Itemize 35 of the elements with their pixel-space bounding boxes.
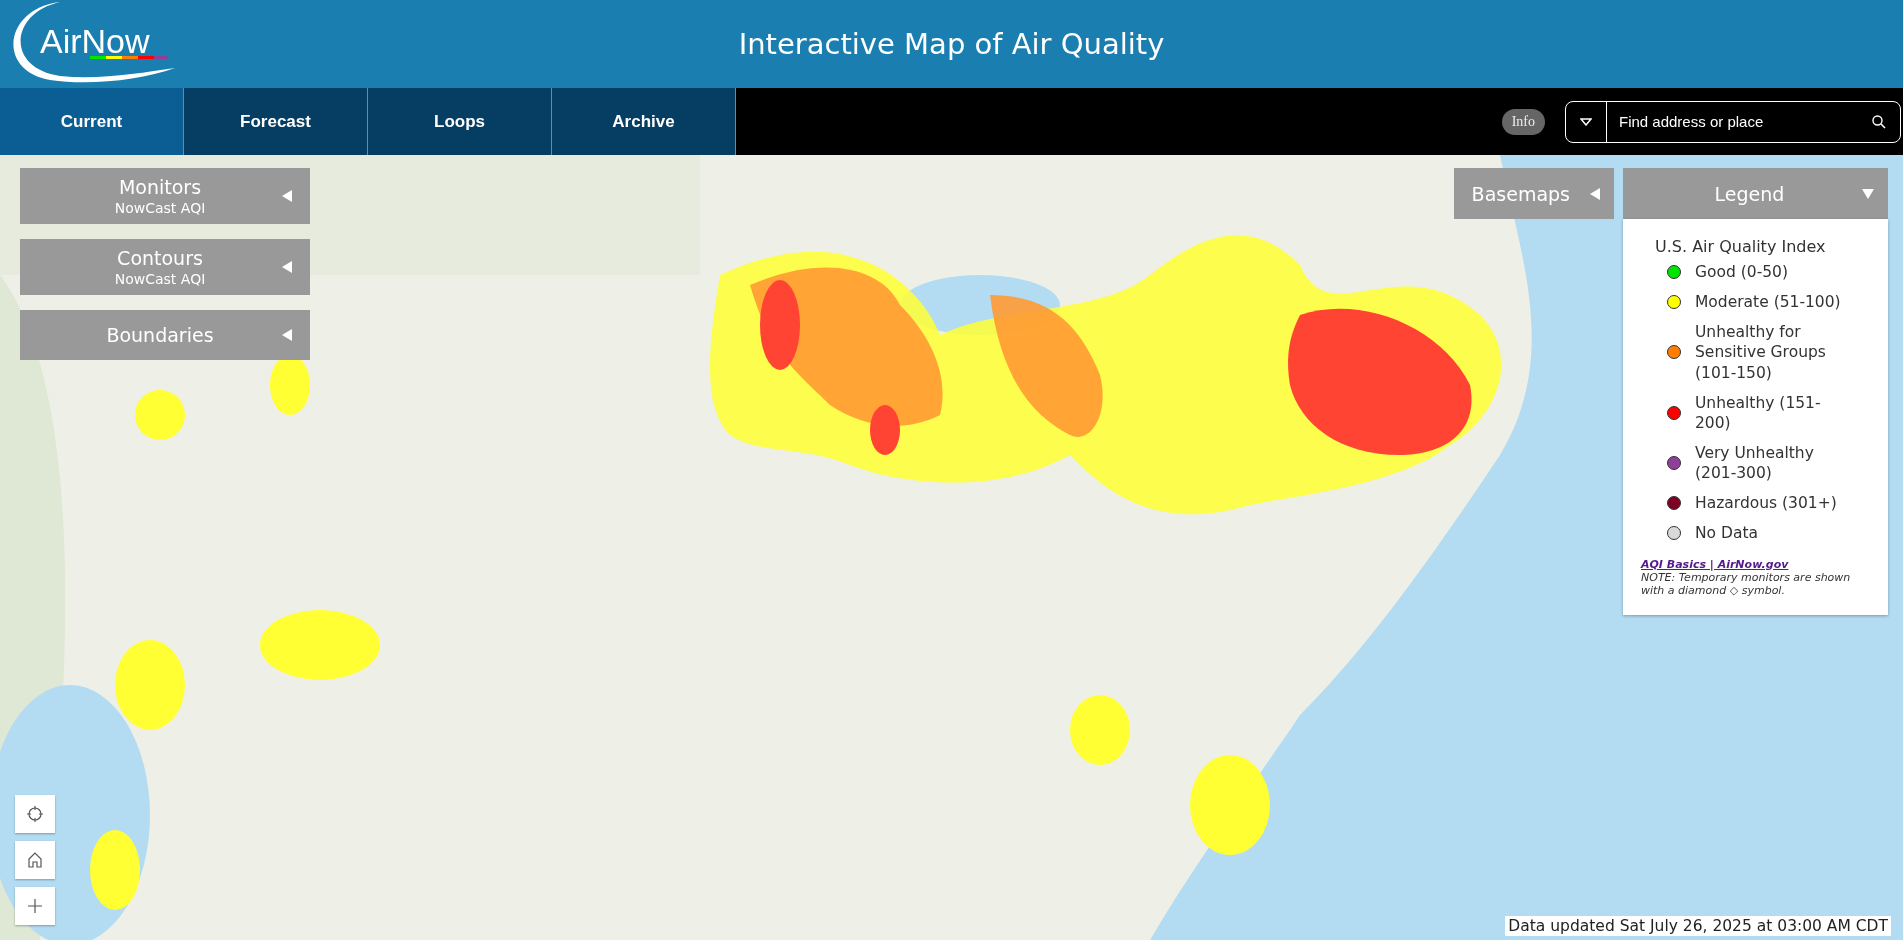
search-box[interactable]: Find address or place xyxy=(1565,100,1901,143)
layer-panel-button[interactable]: Monitors NowCast AQI xyxy=(20,168,310,224)
legend-label: Good (0-50) xyxy=(1695,262,1788,283)
legend-label: Hazardous (301+) xyxy=(1695,493,1837,514)
page-title: Interactive Map of Air Quality xyxy=(738,27,1165,61)
collapse-arrow-icon xyxy=(282,329,292,341)
expand-arrow-icon xyxy=(1862,188,1874,199)
search-input[interactable]: Find address or place xyxy=(1607,112,1858,131)
crosshair-icon xyxy=(26,805,44,823)
info-button[interactable]: Info xyxy=(1501,108,1545,135)
legend-label: Unhealthy (151-200) xyxy=(1695,392,1822,433)
plus-icon xyxy=(26,897,44,915)
nav-tab[interactable]: Loops xyxy=(368,88,552,155)
collapse-arrow-icon xyxy=(1590,187,1600,200)
layer-panel-button[interactable]: Boundaries xyxy=(20,310,310,360)
home-button[interactable] xyxy=(15,841,55,879)
legend-heading: U.S. Air Quality Index xyxy=(1655,237,1827,256)
aqi-basics-link[interactable]: AQI Basics | AirNow.gov xyxy=(1641,557,1876,571)
nav-tab[interactable]: Current xyxy=(0,88,184,155)
nav-tab[interactable]: Forecast xyxy=(184,88,368,155)
search-icon[interactable] xyxy=(1872,114,1886,129)
legend-label: Unhealthy for Sensitive Groups (101-150) xyxy=(1695,322,1827,383)
layer-panel-button[interactable]: Contours NowCast AQI xyxy=(20,239,310,295)
legend-note: NOTE: Temporary monitors are shown with a diamond ◇ symbol. xyxy=(1641,570,1852,597)
locate-button[interactable] xyxy=(15,795,55,833)
collapse-arrow-icon xyxy=(282,261,292,273)
collapse-arrow-icon xyxy=(282,190,292,202)
legend-label: Very Unhealthy (201-300) xyxy=(1695,443,1815,484)
basemaps-button[interactable]: Basemaps xyxy=(1453,168,1614,219)
nav-tab[interactable]: Archive xyxy=(552,88,736,155)
data-updated-label: Data updated Sat July 26, 2025 at 03:00 AM CDT xyxy=(1505,916,1891,936)
home-icon xyxy=(26,851,44,869)
legend-label: Moderate (51-100) xyxy=(1695,292,1841,313)
legend-header-button[interactable]: Legend xyxy=(1623,168,1888,219)
legend-label: No Data xyxy=(1695,523,1758,544)
